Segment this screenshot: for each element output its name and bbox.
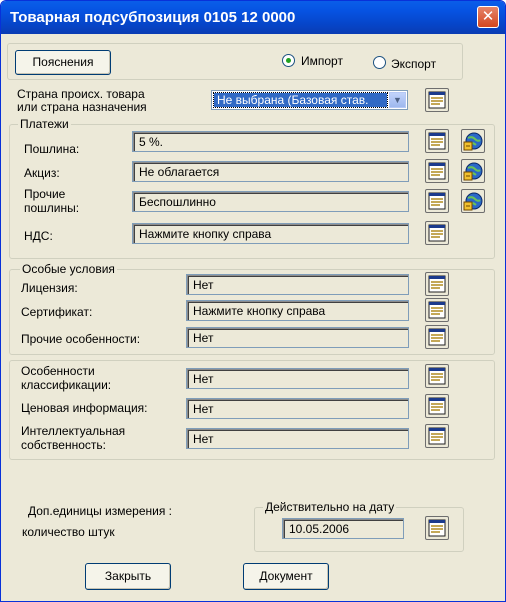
special-conditions-legend: Особые условия <box>20 262 117 276</box>
excise-detail-button[interactable] <box>425 159 449 183</box>
excise-calc-button[interactable] <box>461 159 485 183</box>
document-list-icon <box>428 91 446 109</box>
window-title: Товарная подсубпозиция 0105 12 0000 <box>10 9 296 26</box>
valid-date-legend: Действительно на дату <box>263 500 397 514</box>
classification-features-field: Нет <box>186 368 409 389</box>
excise-label: Акциз: <box>24 166 60 180</box>
intellectual-property-detail-button[interactable] <box>425 424 449 448</box>
valid-date-detail-button[interactable] <box>425 516 449 540</box>
excise-field: Не облагается <box>132 161 409 182</box>
price-info-detail-button[interactable] <box>425 394 449 418</box>
duty-field: 5 %. <box>132 131 409 152</box>
vat-field: Нажмите кнопку справа <box>132 223 409 244</box>
document-list-icon <box>428 519 446 537</box>
license-field: Нет <box>186 274 409 295</box>
globe-calculator-icon <box>463 132 483 151</box>
import-label[interactable]: Импорт <box>301 54 343 68</box>
intellectual-property-field: Нет <box>186 428 409 449</box>
dialog-window: Товарная подсубпозиция 0105 12 0000 ✕ По… <box>0 0 506 602</box>
payments-legend: Платежи <box>18 117 71 131</box>
other-features-field: Нет <box>186 327 409 348</box>
classification-features-label-line1: Особенности <box>21 364 95 378</box>
duty-label: Пошлина: <box>24 142 80 156</box>
license-detail-button[interactable] <box>425 272 449 296</box>
price-info-field: Нет <box>186 398 409 419</box>
other-duties-calc-button[interactable] <box>461 189 485 213</box>
country-label-line2: или страна назначения <box>17 100 147 114</box>
intellectual-property-label-line2: собственность: <box>21 438 106 452</box>
document-list-icon <box>428 275 446 293</box>
chevron-down-icon[interactable]: ▼ <box>389 92 406 108</box>
other-duties-label-line1: Прочие <box>24 187 66 201</box>
extra-units-label: Доп.единицы измерения : <box>28 504 173 518</box>
classification-features-label-line2: классификации: <box>21 378 112 392</box>
other-duties-field: Беспошлинно <box>132 191 409 212</box>
country-label-line1: Страна происх. товара <box>17 87 145 101</box>
vat-detail-button[interactable] <box>425 221 449 245</box>
document-list-icon <box>428 192 446 210</box>
document-list-icon <box>428 427 446 445</box>
duty-detail-button[interactable] <box>425 129 449 153</box>
document-list-icon <box>428 162 446 180</box>
title-bar[interactable]: Товарная подсубпозиция 0105 12 0000 ✕ <box>1 1 505 34</box>
document-list-icon <box>428 301 446 319</box>
globe-calculator-icon <box>463 162 483 181</box>
extra-units-value: количество штук <box>22 525 115 539</box>
explanations-button[interactable]: Пояснения <box>15 50 111 75</box>
duty-calc-button[interactable] <box>461 129 485 153</box>
close-button[interactable]: Закрыть <box>85 563 171 590</box>
globe-calculator-icon <box>463 192 483 211</box>
country-detail-button[interactable] <box>425 88 449 112</box>
certificate-detail-button[interactable] <box>425 298 449 322</box>
other-features-detail-button[interactable] <box>425 325 449 349</box>
close-icon: ✕ <box>481 8 495 25</box>
vat-label: НДС: <box>24 229 53 243</box>
close-window-button[interactable]: ✕ <box>477 6 499 28</box>
classification-features-detail-button[interactable] <box>425 364 449 388</box>
document-list-icon <box>428 132 446 150</box>
export-label[interactable]: Экспорт <box>391 57 436 71</box>
other-features-label: Прочие особенности: <box>21 332 141 346</box>
document-list-icon <box>428 367 446 385</box>
import-radio[interactable] <box>282 54 295 67</box>
intellectual-property-label-line1: Интеллектуальная <box>21 424 126 438</box>
export-radio[interactable] <box>373 56 386 69</box>
document-button[interactable]: Документ <box>243 563 329 590</box>
valid-date-field[interactable]: 10.05.2006 <box>282 518 404 539</box>
other-duties-detail-button[interactable] <box>425 189 449 213</box>
certificate-label: Сертификат: <box>21 305 93 319</box>
license-label: Лицензия: <box>21 281 78 295</box>
certificate-field: Нажмите кнопку справа <box>186 300 409 321</box>
document-list-icon <box>428 224 446 242</box>
price-info-label: Ценовая информация: <box>21 401 148 415</box>
other-duties-label-line2: пошлины: <box>24 201 80 215</box>
document-list-icon <box>428 328 446 346</box>
country-select-value: Не выбрана (Базовая став. <box>213 92 388 108</box>
radio-selected-dot <box>286 58 291 63</box>
document-list-icon <box>428 397 446 415</box>
country-select[interactable]: Не выбрана (Базовая став. ▼ <box>211 90 408 110</box>
